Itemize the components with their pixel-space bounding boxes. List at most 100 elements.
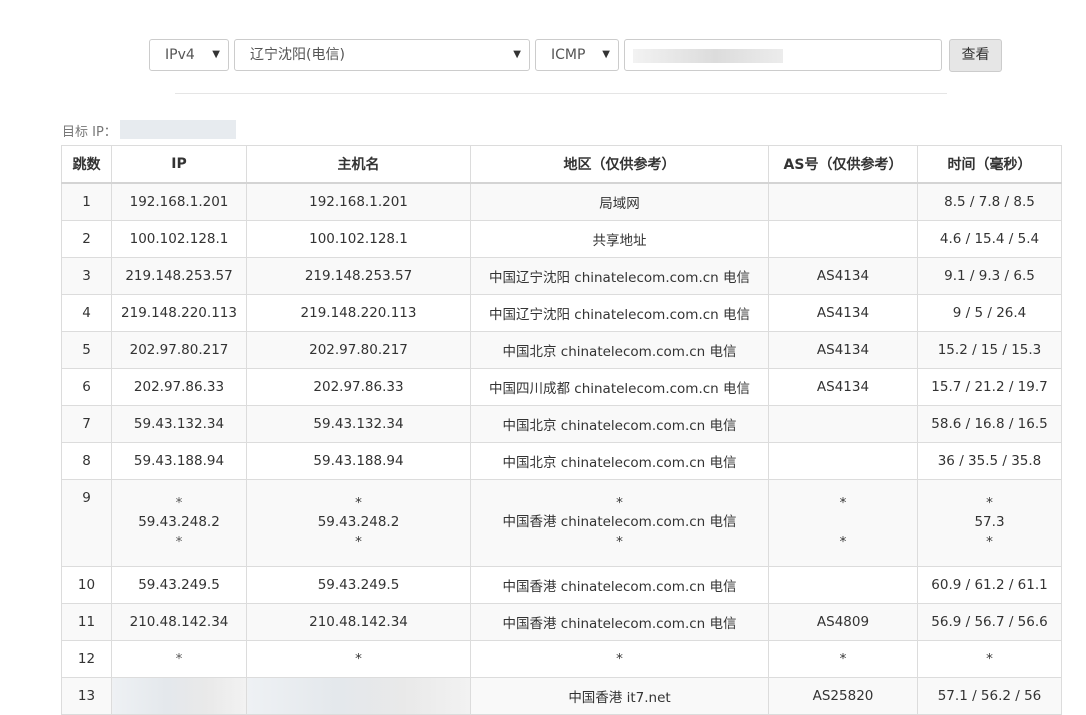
- region-probe: 中国香港 chinatelecom.com.cn 电信: [502, 514, 737, 531]
- asn-probe: *: [839, 494, 847, 511]
- hostname-cell: 202.97.86.33: [246, 368, 471, 406]
- time-cell: 15.2 / 15 / 15.3: [917, 331, 1062, 369]
- time-cell: 9 / 5 / 26.4: [917, 294, 1062, 332]
- redacted-ip: [111, 677, 247, 715]
- target-input[interactable]: [624, 39, 942, 71]
- hop-cell: 11: [61, 603, 112, 641]
- hostname-cell: 59.43.249.5: [246, 566, 471, 604]
- ip-cell-multi: * 59.43.248.2 *: [111, 479, 247, 567]
- asn-cell: [768, 405, 918, 443]
- hop-cell: 8: [61, 442, 112, 480]
- region-cell: 局域网: [470, 182, 769, 221]
- header-hop: 跳数: [61, 145, 112, 184]
- asn-cell: [768, 566, 918, 604]
- ip-link[interactable]: 100.102.128.1: [111, 220, 247, 258]
- ip-link[interactable]: 59.43.248.2: [112, 513, 246, 533]
- ip-link[interactable]: 219.148.253.57: [111, 257, 247, 295]
- chevron-down-icon: ▼: [212, 49, 220, 60]
- asn-cell: [768, 220, 918, 258]
- time-cell: 8.5 / 7.8 / 8.5: [917, 182, 1062, 221]
- ip-link[interactable]: 59.43.188.94: [111, 442, 247, 480]
- hostname-cell: 219.148.220.113: [246, 294, 471, 332]
- table-row: 5 202.97.80.217 202.97.80.217 中国北京 china…: [61, 331, 1062, 369]
- time-cell: *: [917, 640, 1062, 678]
- hostname-cell: 192.168.1.201: [246, 182, 471, 221]
- time-probe: *: [986, 533, 993, 550]
- table-row: 1 192.168.1.201 192.168.1.201 局域网 8.5 / …: [61, 182, 1062, 221]
- table-row: 4 219.148.220.113 219.148.220.113 中国辽宁沈阳…: [61, 294, 1062, 332]
- ip-link[interactable]: 59.43.249.5: [111, 566, 247, 604]
- asn-probe: *: [839, 533, 847, 550]
- query-button[interactable]: 查看: [949, 39, 1002, 72]
- header-time: 时间（毫秒）: [917, 145, 1062, 184]
- redacted-target-value: [633, 49, 783, 63]
- header-asn: AS号（仅供参考）: [768, 145, 918, 184]
- region-cell: *: [470, 640, 769, 678]
- asn-link[interactable]: AS4134: [768, 294, 918, 332]
- ip-version-select[interactable]: IPv4 ▼: [149, 39, 229, 71]
- ip-link[interactable]: 202.97.86.33: [111, 368, 247, 406]
- traceroute-table: 跳数 IP 主机名 地区（仅供参考） AS号（仅供参考） 时间（毫秒） 1 19…: [61, 145, 1062, 715]
- region-probe: *: [616, 494, 623, 511]
- time-probe: *: [986, 494, 993, 511]
- asn-cell: *: [768, 640, 918, 678]
- asn-link[interactable]: AS4134: [768, 331, 918, 369]
- hostname-cell: 59.43.188.94: [246, 442, 471, 480]
- hostname-cell: *: [246, 640, 471, 678]
- asn-cell-multi: * *: [768, 479, 918, 567]
- ip-link[interactable]: 210.48.142.34: [111, 603, 247, 641]
- hostname-cell: 100.102.128.1: [246, 220, 471, 258]
- hop-cell: 5: [61, 331, 112, 369]
- region-cell: 中国香港 chinatelecom.com.cn 电信: [470, 603, 769, 641]
- ip-link[interactable]: 192.168.1.201: [111, 182, 247, 221]
- table-row: 13 中国香港 it7.net AS25820 57.1 / 56.2 / 56: [61, 677, 1062, 715]
- region-cell: 中国四川成都 chinatelecom.com.cn 电信: [470, 368, 769, 406]
- asn-link[interactable]: AS4809: [768, 603, 918, 641]
- region-cell: 中国香港 it7.net: [470, 677, 769, 715]
- ip-link[interactable]: 59.43.132.34: [111, 405, 247, 443]
- location-select[interactable]: 辽宁沈阳(电信) ▼: [234, 39, 530, 71]
- header-hostname: 主机名: [246, 145, 471, 184]
- time-cell: 15.7 / 21.2 / 19.7: [917, 368, 1062, 406]
- hostname-cell-multi: * 59.43.248.2 *: [246, 479, 471, 567]
- chevron-down-icon: ▼: [602, 49, 610, 60]
- hop-cell: 1: [61, 182, 112, 221]
- time-cell: 4.6 / 15.4 / 5.4: [917, 220, 1062, 258]
- header-ip: IP: [111, 145, 247, 184]
- ip-link[interactable]: 219.148.220.113: [111, 294, 247, 332]
- hop-cell: 13: [61, 677, 112, 715]
- hop-cell: 4: [61, 294, 112, 332]
- hostname-cell: 210.48.142.34: [246, 603, 471, 641]
- hop-cell: 10: [61, 566, 112, 604]
- protocol-value: ICMP: [551, 47, 586, 63]
- region-probe: *: [616, 533, 623, 550]
- hostname-probe: 59.43.248.2: [317, 514, 400, 531]
- ip-cell: *: [111, 640, 247, 678]
- protocol-select[interactable]: ICMP ▼: [535, 39, 619, 71]
- time-cell: 60.9 / 61.2 / 61.1: [917, 566, 1062, 604]
- hostname-probe: *: [355, 494, 362, 511]
- table-header-row: 跳数 IP 主机名 地区（仅供参考） AS号（仅供参考） 时间（毫秒）: [61, 145, 1062, 184]
- time-cell: 56.9 / 56.7 / 56.6: [917, 603, 1062, 641]
- asn-link[interactable]: AS25820: [768, 677, 918, 715]
- chevron-down-icon: ▼: [513, 49, 521, 60]
- redacted-target-ip: [120, 120, 236, 139]
- region-cell: 中国北京 chinatelecom.com.cn 电信: [470, 405, 769, 443]
- table-row: 3 219.148.253.57 219.148.253.57 中国辽宁沈阳 c…: [61, 257, 1062, 295]
- divider: [175, 93, 947, 94]
- time-cell: 36 / 35.5 / 35.8: [917, 442, 1062, 480]
- asn-link[interactable]: AS4134: [768, 368, 918, 406]
- asn-link[interactable]: AS4134: [768, 257, 918, 295]
- hostname-cell: 59.43.132.34: [246, 405, 471, 443]
- region-cell: 共享地址: [470, 220, 769, 258]
- region-cell: 中国辽宁沈阳 chinatelecom.com.cn 电信: [470, 294, 769, 332]
- ip-link[interactable]: 202.97.80.217: [111, 331, 247, 369]
- asn-probe: [769, 513, 917, 533]
- asn-cell: [768, 182, 918, 221]
- table-row: 6 202.97.86.33 202.97.86.33 中国四川成都 china…: [61, 368, 1062, 406]
- time-probe: 57.3: [974, 514, 1005, 531]
- table-row: 12 * * * * *: [61, 640, 1062, 678]
- hop-cell: 7: [61, 405, 112, 443]
- ip-probe: *: [175, 533, 183, 550]
- region-cell-multi: * 中国香港 chinatelecom.com.cn 电信 *: [470, 479, 769, 567]
